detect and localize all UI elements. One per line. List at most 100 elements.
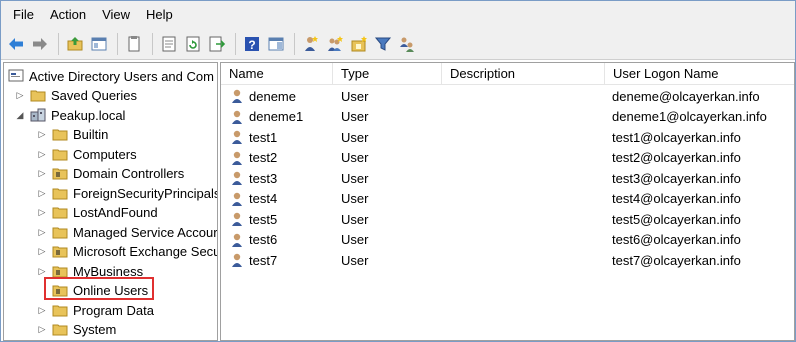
svg-text:?: ? <box>248 38 255 52</box>
cell-name: test5 <box>221 211 333 227</box>
table-row[interactable]: test6 User test6@olcayerkan.info <box>221 230 794 250</box>
tree-item-label: ForeignSecurityPrincipals <box>73 185 218 201</box>
list-header: Name Type Description User Logon Name <box>221 63 794 85</box>
tree-item-system[interactable]: ▷ System <box>36 319 117 339</box>
column-header-type[interactable]: Type <box>333 63 442 85</box>
tree-item-label: Microsoft Exchange Secu <box>73 243 218 259</box>
table-row[interactable]: test2 User test2@olcayerkan.info <box>221 148 794 168</box>
cell-name: test2 <box>221 150 333 166</box>
cell-user-logon-name: test7@olcayerkan.info <box>612 252 741 268</box>
tree-item-builtin[interactable]: ▷ Builtin <box>36 124 109 144</box>
tree-item-lost-and-found[interactable]: ▷ LostAndFound <box>36 202 158 222</box>
tree-item-label: Program Data <box>73 302 154 318</box>
user-name: test2 <box>249 150 278 165</box>
expand-arrow-icon[interactable]: ▷ <box>36 226 48 238</box>
cell-type: User <box>341 88 369 104</box>
expand-arrow-icon[interactable]: ▷ <box>36 245 48 257</box>
selection-highlight-box <box>44 277 154 300</box>
user-name: deneme1 <box>249 109 304 124</box>
up-folder-icon[interactable] <box>64 33 86 55</box>
new-user-icon[interactable] <box>300 33 322 55</box>
column-header-description[interactable]: Description <box>442 63 605 85</box>
expand-arrow-icon[interactable]: ▷ <box>36 304 48 316</box>
tree-item-label: Managed Service Accour <box>73 224 218 240</box>
properties-icon[interactable] <box>158 33 180 55</box>
toolbar-separator <box>235 32 236 55</box>
tree-root[interactable]: Active Directory Users and Com <box>8 66 214 86</box>
expand-arrow-icon[interactable]: ▷ <box>14 89 26 101</box>
tree-item-label: Peakup.local <box>51 107 126 123</box>
back-arrow-icon[interactable] <box>5 33 27 55</box>
cell-type: User <box>341 129 369 145</box>
console-tree[interactable]: Active Directory Users and Com ▷ Saved Q… <box>3 62 218 341</box>
user-icon <box>232 151 242 165</box>
results-list[interactable]: Name Type Description User Logon Name de… <box>220 62 795 341</box>
toolbar-separator <box>152 32 153 55</box>
toolbar-separator <box>294 32 295 55</box>
add-to-group-icon[interactable] <box>396 33 418 55</box>
new-ou-icon[interactable] <box>348 33 370 55</box>
show-hide-tree-icon[interactable] <box>88 33 110 55</box>
collapse-arrow-icon[interactable]: ◢ <box>14 109 26 121</box>
menu-action[interactable]: Action <box>42 1 94 28</box>
expand-arrow-icon[interactable]: ▷ <box>36 206 48 218</box>
new-group-icon[interactable] <box>324 33 346 55</box>
table-row[interactable]: deneme User deneme@olcayerkan.info <box>221 86 794 106</box>
folder-icon <box>52 147 68 161</box>
table-row[interactable]: test7 User test7@olcayerkan.info <box>221 250 794 270</box>
cell-type: User <box>341 170 369 186</box>
expand-arrow-icon[interactable]: ▷ <box>36 148 48 160</box>
user-icon <box>232 212 242 226</box>
tree-item-program-data[interactable]: ▷ Program Data <box>36 300 154 320</box>
cell-user-logon-name: test2@olcayerkan.info <box>612 150 741 165</box>
tree-item-managed-service-accounts[interactable]: ▷ Managed Service Accour <box>36 222 218 242</box>
help-icon[interactable]: ? <box>241 33 263 55</box>
filter-icon[interactable] <box>372 33 394 55</box>
menu-view[interactable]: View <box>94 1 138 28</box>
folder-icon <box>52 186 68 200</box>
tree-item-saved-queries[interactable]: ▷ Saved Queries <box>14 85 137 105</box>
cell-type: User <box>341 150 369 165</box>
table-row[interactable]: deneme1 User deneme1@olcayerkan.info <box>221 107 794 127</box>
tree-item-label: Domain Controllers <box>73 165 185 181</box>
column-header-user-logon-name[interactable]: User Logon Name <box>605 63 794 85</box>
tree-item-domain-controllers[interactable]: ▷ Domain Controllers <box>36 163 185 183</box>
cell-type: User <box>341 232 369 247</box>
domain-icon <box>30 108 46 122</box>
menu-file[interactable]: File <box>5 1 42 28</box>
column-header-name[interactable]: Name <box>221 63 333 85</box>
copy-icon[interactable] <box>123 33 145 55</box>
tree-item-computers[interactable]: ▷ Computers <box>36 144 137 164</box>
folder-icon <box>30 88 46 102</box>
table-row[interactable]: test4 User test4@olcayerkan.info <box>221 189 794 209</box>
cell-name: test3 <box>221 170 333 186</box>
expand-arrow-icon[interactable]: ▷ <box>36 187 48 199</box>
cell-user-logon-name: test4@olcayerkan.info <box>612 191 741 206</box>
refresh-icon[interactable] <box>182 33 204 55</box>
expand-arrow-icon[interactable]: ▷ <box>36 323 48 335</box>
tree-item-foreign-security-principals[interactable]: ▷ ForeignSecurityPrincipals <box>36 183 218 203</box>
expand-arrow-icon[interactable]: ▷ <box>36 128 48 140</box>
table-row[interactable]: test5 User test5@olcayerkan.info <box>221 209 794 229</box>
tree-item-microsoft-exchange[interactable]: ▷ Microsoft Exchange Secu <box>36 241 218 261</box>
cell-type: User <box>341 109 369 124</box>
expand-arrow-icon[interactable]: ▷ <box>36 265 48 277</box>
folder-icon <box>52 322 68 336</box>
tree-item-label: Saved Queries <box>51 87 137 103</box>
toolbar-separator <box>58 32 59 55</box>
table-row[interactable]: test3 User test3@olcayerkan.info <box>221 168 794 188</box>
console-root-icon <box>8 69 24 83</box>
action-pane-icon[interactable] <box>265 33 287 55</box>
user-name: test3 <box>249 170 278 186</box>
forward-arrow-icon[interactable] <box>29 33 51 55</box>
folder-icon <box>52 127 68 141</box>
table-row[interactable]: test1 User test1@olcayerkan.info <box>221 127 794 147</box>
export-list-icon[interactable] <box>206 33 228 55</box>
tree-item-domain[interactable]: ◢ Peakup.local <box>14 105 126 125</box>
expand-arrow-icon[interactable]: ▷ <box>36 167 48 179</box>
user-icon <box>232 130 242 144</box>
cell-user-logon-name: deneme@olcayerkan.info <box>612 88 760 104</box>
cell-name: test1 <box>221 129 333 145</box>
menu-help[interactable]: Help <box>138 1 181 28</box>
user-icon <box>232 171 242 185</box>
